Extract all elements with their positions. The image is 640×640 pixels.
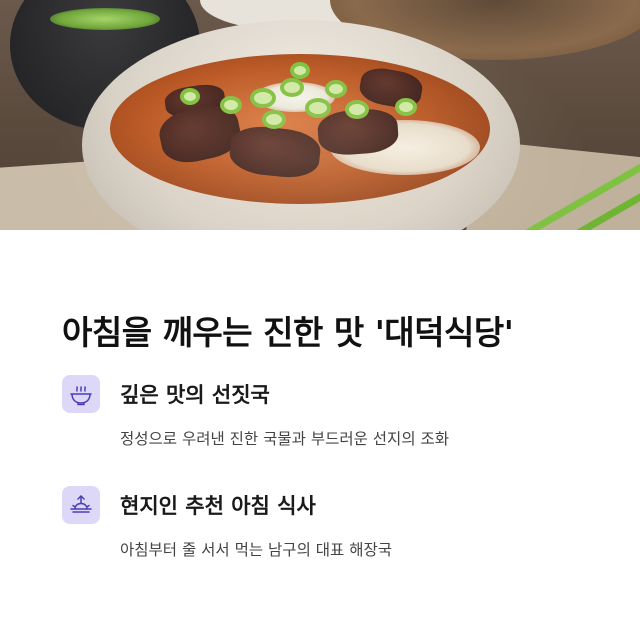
feature-title: 현지인 추천 아침 식사: [120, 494, 316, 518]
soup-bowl-icon: [70, 386, 92, 406]
feature-description: 정성으로 우려낸 진한 국물과 부드러운 선지의 조화: [120, 430, 450, 448]
feature-title: 깊은 맛의 선짓국: [120, 383, 270, 407]
feature-icon-box: [62, 486, 100, 524]
sunrise-icon: [70, 495, 92, 513]
feature-icon-box: [62, 375, 100, 413]
page-title: 아침을 깨우는 진한 맛 '대덕식당': [62, 313, 514, 352]
hero-photo-seonji-soup: [0, 0, 640, 230]
feature-description: 아침부터 줄 서서 먹는 남구의 대표 해장국: [120, 541, 392, 559]
